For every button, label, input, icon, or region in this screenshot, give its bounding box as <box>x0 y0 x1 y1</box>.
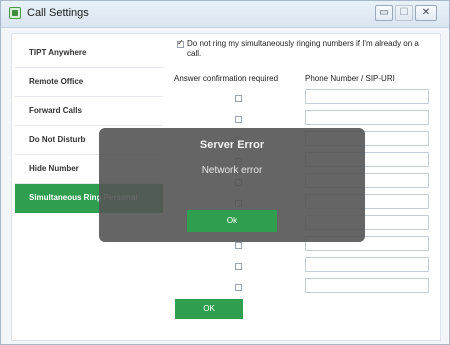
row-2-phone-input[interactable] <box>305 110 429 125</box>
call-settings-window: Call Settings ▭ ☐ ✕ TIPT Anywhere Remote… <box>0 0 450 345</box>
title-bar[interactable]: Call Settings ▭ ☐ ✕ <box>1 1 449 28</box>
dont-ring-label: Do not ring my simultaneously ringing nu… <box>187 39 419 58</box>
ok-button[interactable]: OK <box>175 299 243 319</box>
row-2-confirm-checkbox[interactable] <box>235 116 242 123</box>
sidebar-item-forward-calls[interactable]: Forward Calls <box>15 97 163 126</box>
answer-confirmation-header: Answer confirmation required <box>174 74 279 83</box>
app-icon <box>9 7 21 19</box>
row-9-phone-input[interactable] <box>305 257 429 272</box>
sidebar-item-tipt-anywhere[interactable]: TIPT Anywhere <box>15 39 163 68</box>
row-8-confirm-checkbox[interactable] <box>235 242 242 249</box>
maximize-button[interactable]: ☐ <box>395 5 413 21</box>
error-dialog-title: Server Error <box>199 139 265 151</box>
dont-ring-checkbox[interactable] <box>177 38 184 48</box>
maximize-icon: ☐ <box>399 7 409 18</box>
error-dialog-message: Network error <box>201 165 263 176</box>
row-1-confirm-checkbox[interactable] <box>235 95 242 102</box>
close-button[interactable]: ✕ <box>415 5 437 21</box>
row-9-confirm-checkbox[interactable] <box>235 263 242 270</box>
row-1-phone-input[interactable] <box>305 89 429 104</box>
server-error-dialog: Server Error Network error Ok <box>99 128 365 242</box>
window-title: Call Settings <box>27 7 89 19</box>
close-icon: ✕ <box>421 7 431 18</box>
row-10-confirm-checkbox[interactable] <box>235 284 242 291</box>
sidebar-item-remote-office[interactable]: Remote Office <box>15 68 163 97</box>
row-10-phone-input[interactable] <box>305 278 429 293</box>
minimize-button[interactable]: ▭ <box>375 5 393 21</box>
error-dialog-ok-button[interactable]: Ok <box>187 210 277 232</box>
minimize-icon: ▭ <box>379 7 389 18</box>
phone-number-header: Phone Number / SIP-URI <box>305 74 395 83</box>
